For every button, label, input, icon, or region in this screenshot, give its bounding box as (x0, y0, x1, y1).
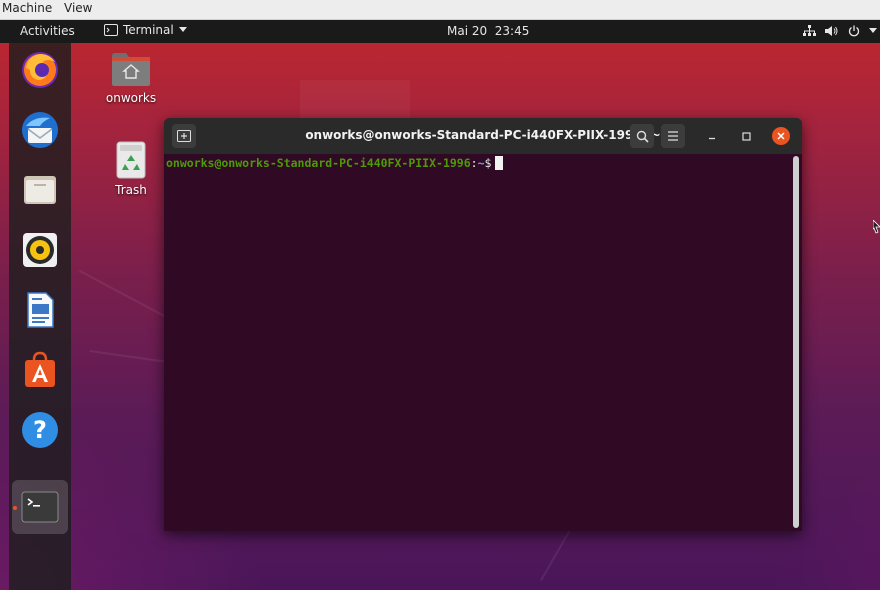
top-panel: Activities Terminal Mai 20 23:45 (0, 20, 880, 43)
files-icon (24, 176, 56, 204)
dock-item-help[interactable]: ? (19, 409, 61, 451)
dock: ? (9, 43, 71, 590)
help-icon: ? (22, 412, 58, 448)
prompt-line: onworks@onworks-Standard-PC-i440FX-PIIX-… (166, 156, 504, 170)
maximize-icon (741, 131, 751, 141)
desktop-icon-home[interactable]: onworks (100, 50, 162, 105)
dock-item-files[interactable] (19, 169, 61, 211)
vm-menubar: Machine View (0, 0, 880, 20)
desktop-icon-label: Trash (115, 183, 147, 197)
volume-icon (825, 26, 838, 36)
prompt-path: ~ (477, 156, 485, 170)
thunderbird-icon (22, 112, 58, 148)
wallpaper-streak (300, 80, 410, 120)
home-folder-icon (112, 53, 150, 86)
running-indicator (13, 506, 17, 510)
text-cursor (495, 156, 504, 170)
clock[interactable]: Mai 20 23:45 (447, 24, 529, 38)
terminal-scrollbar[interactable] (793, 156, 799, 528)
dock-item-thunderbird[interactable] (19, 109, 61, 151)
app-menu-label: Terminal (123, 23, 174, 37)
desktop-icon-label: onworks (105, 91, 157, 105)
search-button[interactable] (630, 124, 654, 148)
app-menu-button[interactable]: Terminal (104, 23, 187, 37)
terminal-content[interactable]: onworks@onworks-Standard-PC-i440FX-PIIX-… (164, 154, 802, 531)
vm-menu-machine[interactable]: Machine (2, 1, 52, 15)
desktop: Activities Terminal Mai 20 23:45 ? onwor… (0, 20, 880, 590)
dock-item-terminal[interactable] (19, 486, 61, 528)
minimize-button[interactable] (704, 128, 720, 144)
dock-item-rhythmbox[interactable] (19, 229, 61, 271)
prompt-user-host: onworks@onworks-Standard-PC-i440FX-PIIX-… (166, 156, 471, 170)
maximize-button[interactable] (738, 128, 754, 144)
close-icon (777, 132, 785, 140)
prompt-symbol: $ (484, 156, 492, 170)
system-status-area[interactable] (803, 25, 877, 37)
dock-item-writer[interactable] (19, 289, 61, 331)
network-icon (803, 25, 816, 36)
terminal-icon (21, 491, 59, 523)
minimize-icon (709, 137, 715, 140)
chevron-down-icon (869, 28, 877, 33)
terminal-window[interactable]: onworks@onworks-Standard-PC-i440FX-PIIX-… (164, 118, 802, 531)
terminal-app-icon (104, 24, 118, 36)
dock-item-firefox[interactable] (19, 49, 61, 91)
writer-icon (27, 292, 54, 328)
rhythmbox-icon (23, 233, 57, 267)
vm-menu-view[interactable]: View (64, 1, 92, 15)
software-icon (25, 351, 55, 387)
terminal-titlebar[interactable]: onworks@onworks-Standard-PC-i440FX-PIIX-… (164, 118, 802, 154)
menu-button[interactable] (661, 124, 685, 148)
prompt-colon: : (470, 156, 478, 170)
search-icon (636, 130, 649, 143)
desktop-icon-trash[interactable]: Trash (100, 140, 162, 197)
close-button[interactable] (772, 127, 790, 145)
mouse-pointer-icon (873, 220, 880, 234)
chevron-down-icon (178, 27, 187, 32)
activities-button[interactable]: Activities (20, 24, 75, 38)
trash-icon (116, 141, 146, 179)
power-icon (848, 25, 860, 37)
hamburger-menu-icon (668, 131, 678, 141)
svg-text:?: ? (33, 416, 47, 444)
firefox-icon (22, 52, 58, 88)
dock-item-software[interactable] (19, 349, 61, 391)
